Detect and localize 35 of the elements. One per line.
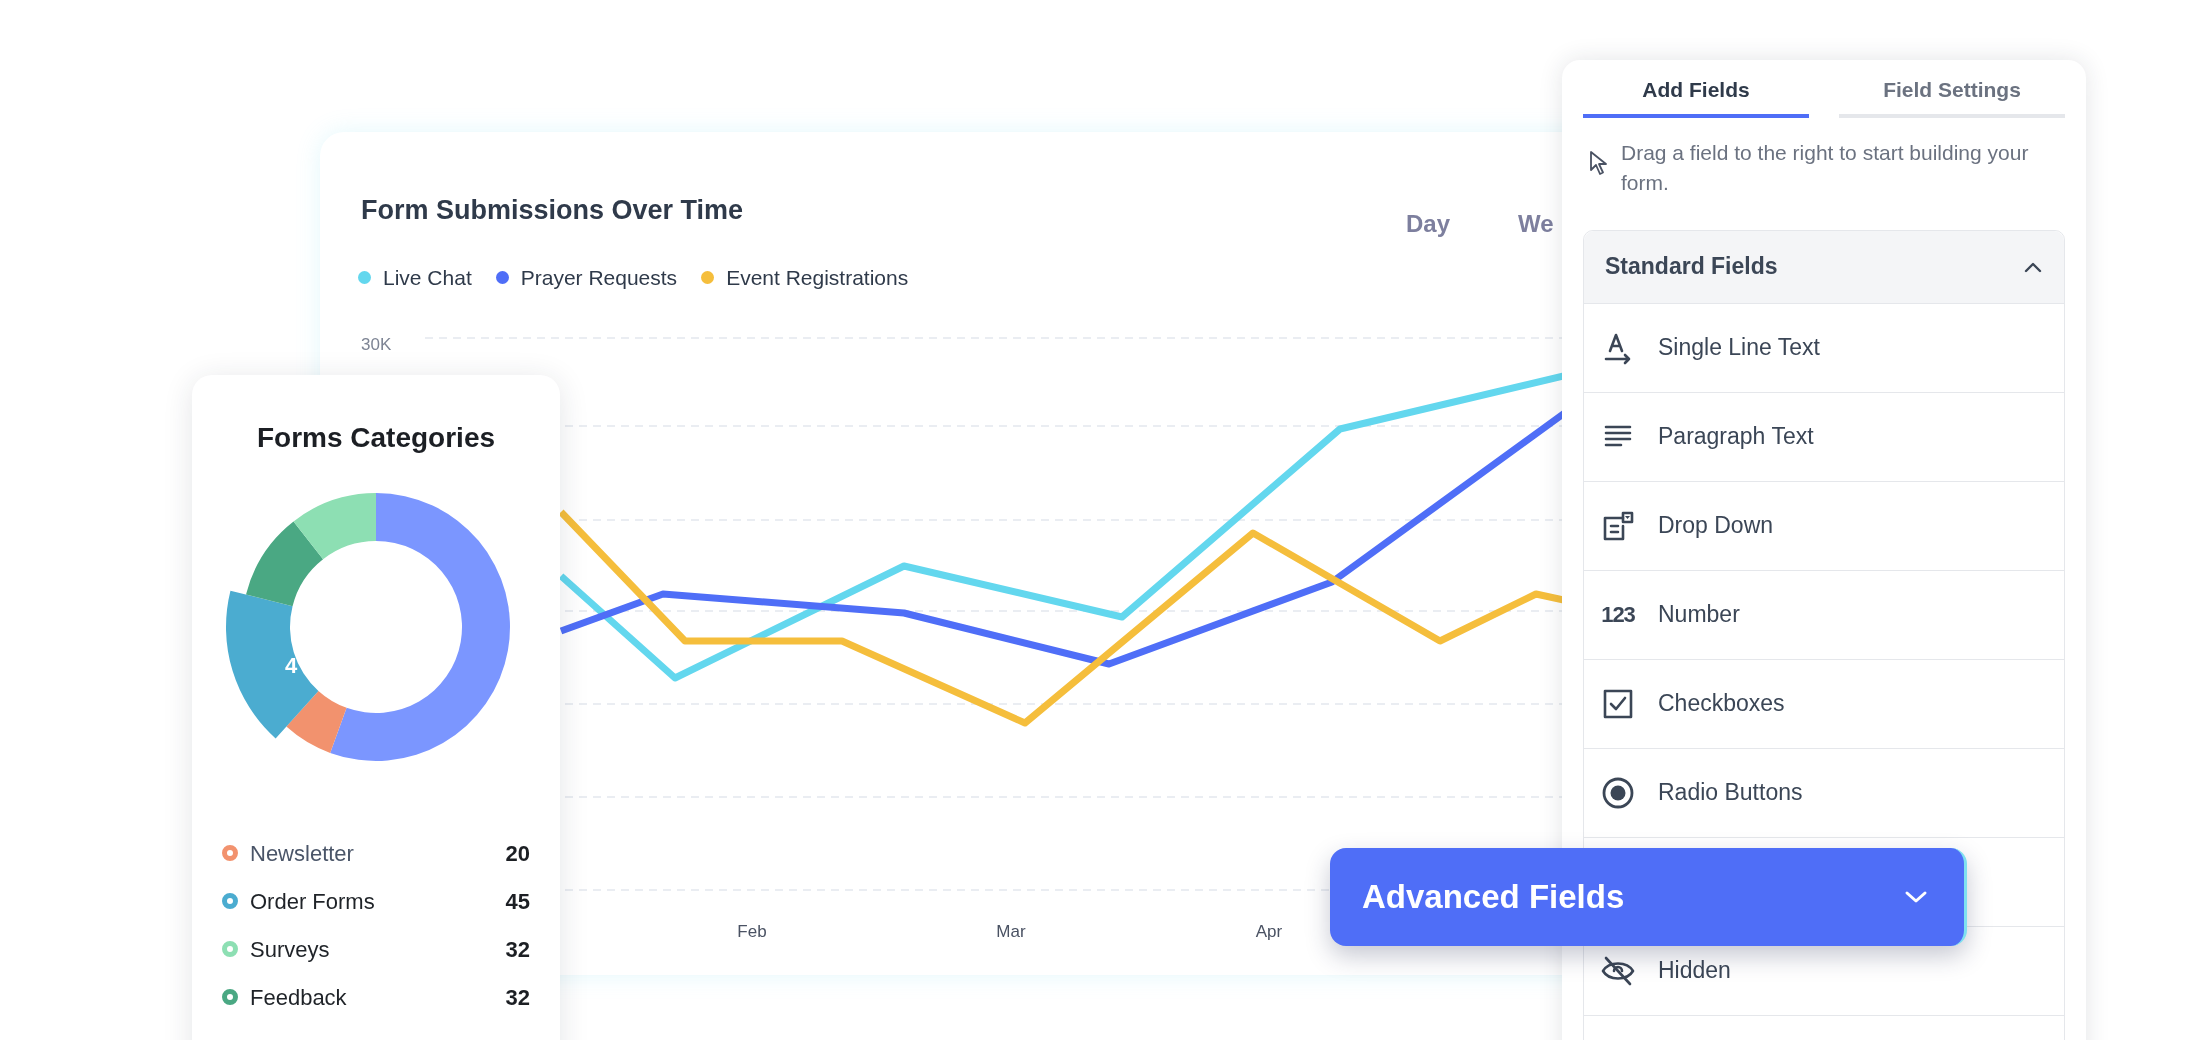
category-count: 32: [505, 983, 530, 1012]
range-tab[interactable]: We: [1518, 206, 1554, 242]
chart-title: Form Submissions Over Time: [361, 194, 744, 227]
field-item[interactable]: Single Line Text: [1596, 330, 1820, 365]
axis-label: Apr: [1255, 921, 1283, 943]
range-tab[interactable]: Day: [1406, 206, 1451, 242]
category-label: Order Forms: [250, 887, 375, 916]
field-item[interactable]: 123 Number: [1596, 597, 1740, 632]
category-label: Surveys: [250, 935, 330, 964]
axis-label: 30K: [361, 334, 392, 356]
category-label: Newsletter: [250, 839, 354, 868]
cursor-icon: [1589, 149, 1609, 176]
advanced-fields-button[interactable]: Advanced Fields: [1330, 848, 1967, 946]
panel-tab[interactable]: Field Settings: [1839, 74, 2065, 118]
panel-tab[interactable]: Add Fields: [1583, 74, 1809, 118]
section-header[interactable]: Standard Fields: [1584, 230, 2064, 304]
field-item[interactable]: Drop Down: [1596, 508, 1774, 543]
number-icon: 123: [1601, 598, 1635, 631]
field-item[interactable]: Radio Buttons: [1596, 775, 1803, 810]
slice-label: 4: [284, 653, 298, 678]
category-count: 32: [505, 935, 530, 964]
category-label: Feedback: [250, 983, 347, 1012]
category-count: 20: [505, 839, 530, 868]
legend-label: Live Chat: [383, 265, 472, 291]
card-title: Forms Categories: [256, 421, 496, 455]
category-count: 45: [505, 887, 530, 916]
field-item[interactable]: Paragraph Text: [1596, 419, 1814, 454]
field-item[interactable]: Hidden: [1596, 953, 1731, 988]
legend-label: Event Registrations: [726, 265, 909, 291]
axis-label: Mar: [996, 921, 1026, 943]
field-item[interactable]: Checkboxes: [1596, 686, 1785, 721]
axis-label: Feb: [737, 921, 767, 943]
legend-label: Prayer Requests: [520, 265, 678, 291]
radio-icon: [1601, 775, 1635, 810]
hint-text: Drag a field to the right to start building your form.: [1621, 139, 2030, 196]
